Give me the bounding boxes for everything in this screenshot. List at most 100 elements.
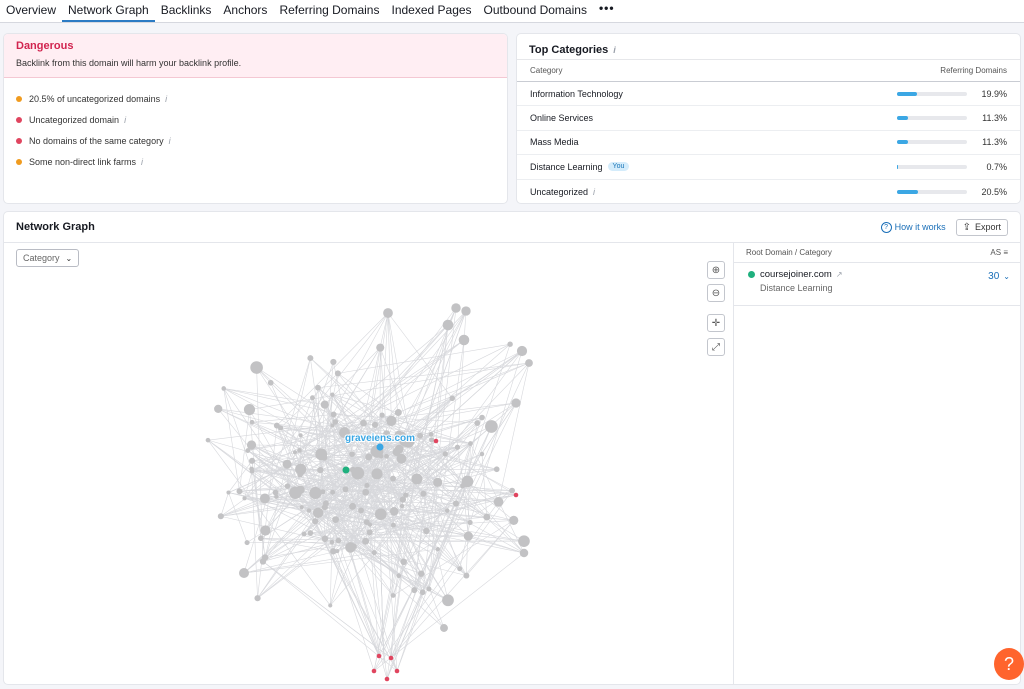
graph-node[interactable] [444, 508, 450, 513]
zoom-in-button[interactable]: ⊕ [707, 261, 725, 279]
graph-node[interactable] [461, 306, 471, 316]
external-link-icon[interactable]: ↗ [836, 270, 843, 279]
graph-node[interactable] [426, 586, 432, 592]
tab-overview[interactable]: Overview [0, 0, 62, 22]
flagged-domain-node[interactable] [371, 668, 377, 674]
graph-node[interactable] [479, 451, 485, 457]
graph-node[interactable] [386, 415, 397, 426]
flagged-domain-node[interactable] [388, 655, 394, 661]
graph-node[interactable] [417, 432, 424, 439]
graph-node[interactable] [358, 507, 364, 514]
graph-node[interactable] [419, 589, 426, 596]
tab-indexed-pages[interactable]: Indexed Pages [385, 0, 477, 22]
graph-node[interactable] [509, 487, 516, 494]
graph-node[interactable] [242, 496, 247, 501]
graph-node[interactable] [307, 530, 314, 536]
info-icon[interactable]: i [141, 157, 143, 167]
selected-domain-node[interactable] [342, 466, 350, 474]
graph-node[interactable] [379, 412, 385, 418]
graph-node[interactable] [309, 486, 322, 500]
graph-node[interactable] [347, 546, 352, 551]
graph-node[interactable] [467, 519, 473, 525]
graph-node[interactable] [335, 549, 340, 554]
info-icon[interactable]: i [169, 136, 171, 146]
graph-node[interactable] [205, 437, 211, 443]
graph-node[interactable] [238, 567, 250, 579]
graph-node[interactable] [321, 454, 328, 461]
graph-node[interactable] [429, 437, 435, 443]
graph-node[interactable] [371, 468, 383, 480]
graph-node[interactable] [519, 548, 529, 558]
graph-node[interactable] [362, 488, 370, 496]
export-button[interactable]: ⇪ Export [955, 218, 1008, 236]
graph-node[interactable] [366, 529, 373, 536]
info-icon[interactable]: i [613, 45, 616, 55]
graph-node[interactable] [330, 489, 336, 495]
tab-network-graph[interactable]: Network Graph [62, 0, 155, 22]
graph-node[interactable] [351, 543, 357, 550]
graph-node[interactable] [394, 444, 404, 454]
graph-node[interactable] [493, 466, 500, 473]
graph-node[interactable] [371, 550, 377, 556]
graph-node[interactable] [463, 572, 470, 579]
graph-node[interactable] [244, 540, 250, 546]
flagged-domain-node[interactable] [384, 676, 390, 682]
graph-node[interactable] [452, 500, 460, 507]
graph-node[interactable] [328, 603, 333, 608]
graph-node[interactable] [493, 497, 504, 507]
domain-row[interactable]: coursejoiner.com ↗ Distance Learning 30 … [734, 263, 1020, 306]
graph-node[interactable] [374, 508, 387, 521]
graph-node[interactable] [363, 519, 370, 526]
graph-node[interactable] [317, 466, 324, 474]
graph-node[interactable] [330, 392, 335, 397]
graph-node[interactable] [428, 431, 434, 437]
flagged-domain-node[interactable] [433, 438, 439, 444]
graph-node[interactable] [297, 448, 302, 453]
graph-node[interactable] [451, 303, 461, 313]
graph-node[interactable] [334, 370, 341, 377]
graph-node[interactable] [278, 425, 284, 431]
more-tabs-icon[interactable]: ••• [593, 0, 621, 22]
flagged-domain-node[interactable] [513, 492, 519, 498]
graph-node[interactable] [376, 343, 385, 352]
graph-node[interactable] [485, 420, 498, 433]
target-domain-node[interactable] [376, 443, 384, 451]
graph-node[interactable] [272, 489, 279, 496]
tab-referring-domains[interactable]: Referring Domains [273, 0, 385, 22]
graph-node[interactable] [217, 513, 224, 520]
graph-node[interactable] [442, 451, 448, 457]
graph-node[interactable] [330, 358, 337, 366]
graph-node[interactable] [321, 535, 329, 543]
graph-node[interactable] [250, 361, 263, 374]
network-graph-canvas[interactable]: graveiens.com Category ⌄ ⊕ ⊖ ✛ ⤢ [4, 243, 733, 684]
graph-node[interactable] [383, 308, 393, 318]
zoom-out-button[interactable]: ⊖ [707, 284, 725, 302]
info-icon[interactable]: i [165, 94, 167, 104]
graph-node[interactable] [284, 483, 291, 489]
graph-node[interactable] [321, 504, 328, 511]
graph-node[interactable] [396, 453, 407, 464]
graph-node[interactable] [460, 483, 466, 489]
graph-node[interactable] [518, 535, 530, 547]
graph-node[interactable] [254, 595, 261, 602]
graph-node[interactable] [243, 403, 256, 416]
graph-node[interactable] [349, 502, 357, 510]
graph-node[interactable] [389, 507, 399, 516]
graph-node[interactable] [435, 546, 440, 552]
col-as-header[interactable]: AS ≡ [990, 248, 1008, 257]
graph-node[interactable] [249, 468, 255, 474]
graph-node[interactable] [457, 566, 463, 572]
tab-anchors[interactable]: Anchors [217, 0, 273, 22]
category-dropdown[interactable]: Category ⌄ [16, 249, 80, 267]
graph-node[interactable] [509, 515, 519, 526]
graph-node[interactable] [516, 345, 528, 357]
graph-node[interactable] [449, 395, 456, 402]
graph-node[interactable] [330, 423, 335, 428]
flagged-domain-node[interactable] [394, 668, 400, 674]
graph-node[interactable] [418, 570, 425, 577]
graph-node[interactable] [442, 319, 454, 331]
graph-node[interactable] [394, 409, 402, 417]
graph-node[interactable] [249, 419, 255, 425]
graph-node[interactable] [267, 379, 274, 386]
graph-node[interactable] [468, 441, 473, 446]
